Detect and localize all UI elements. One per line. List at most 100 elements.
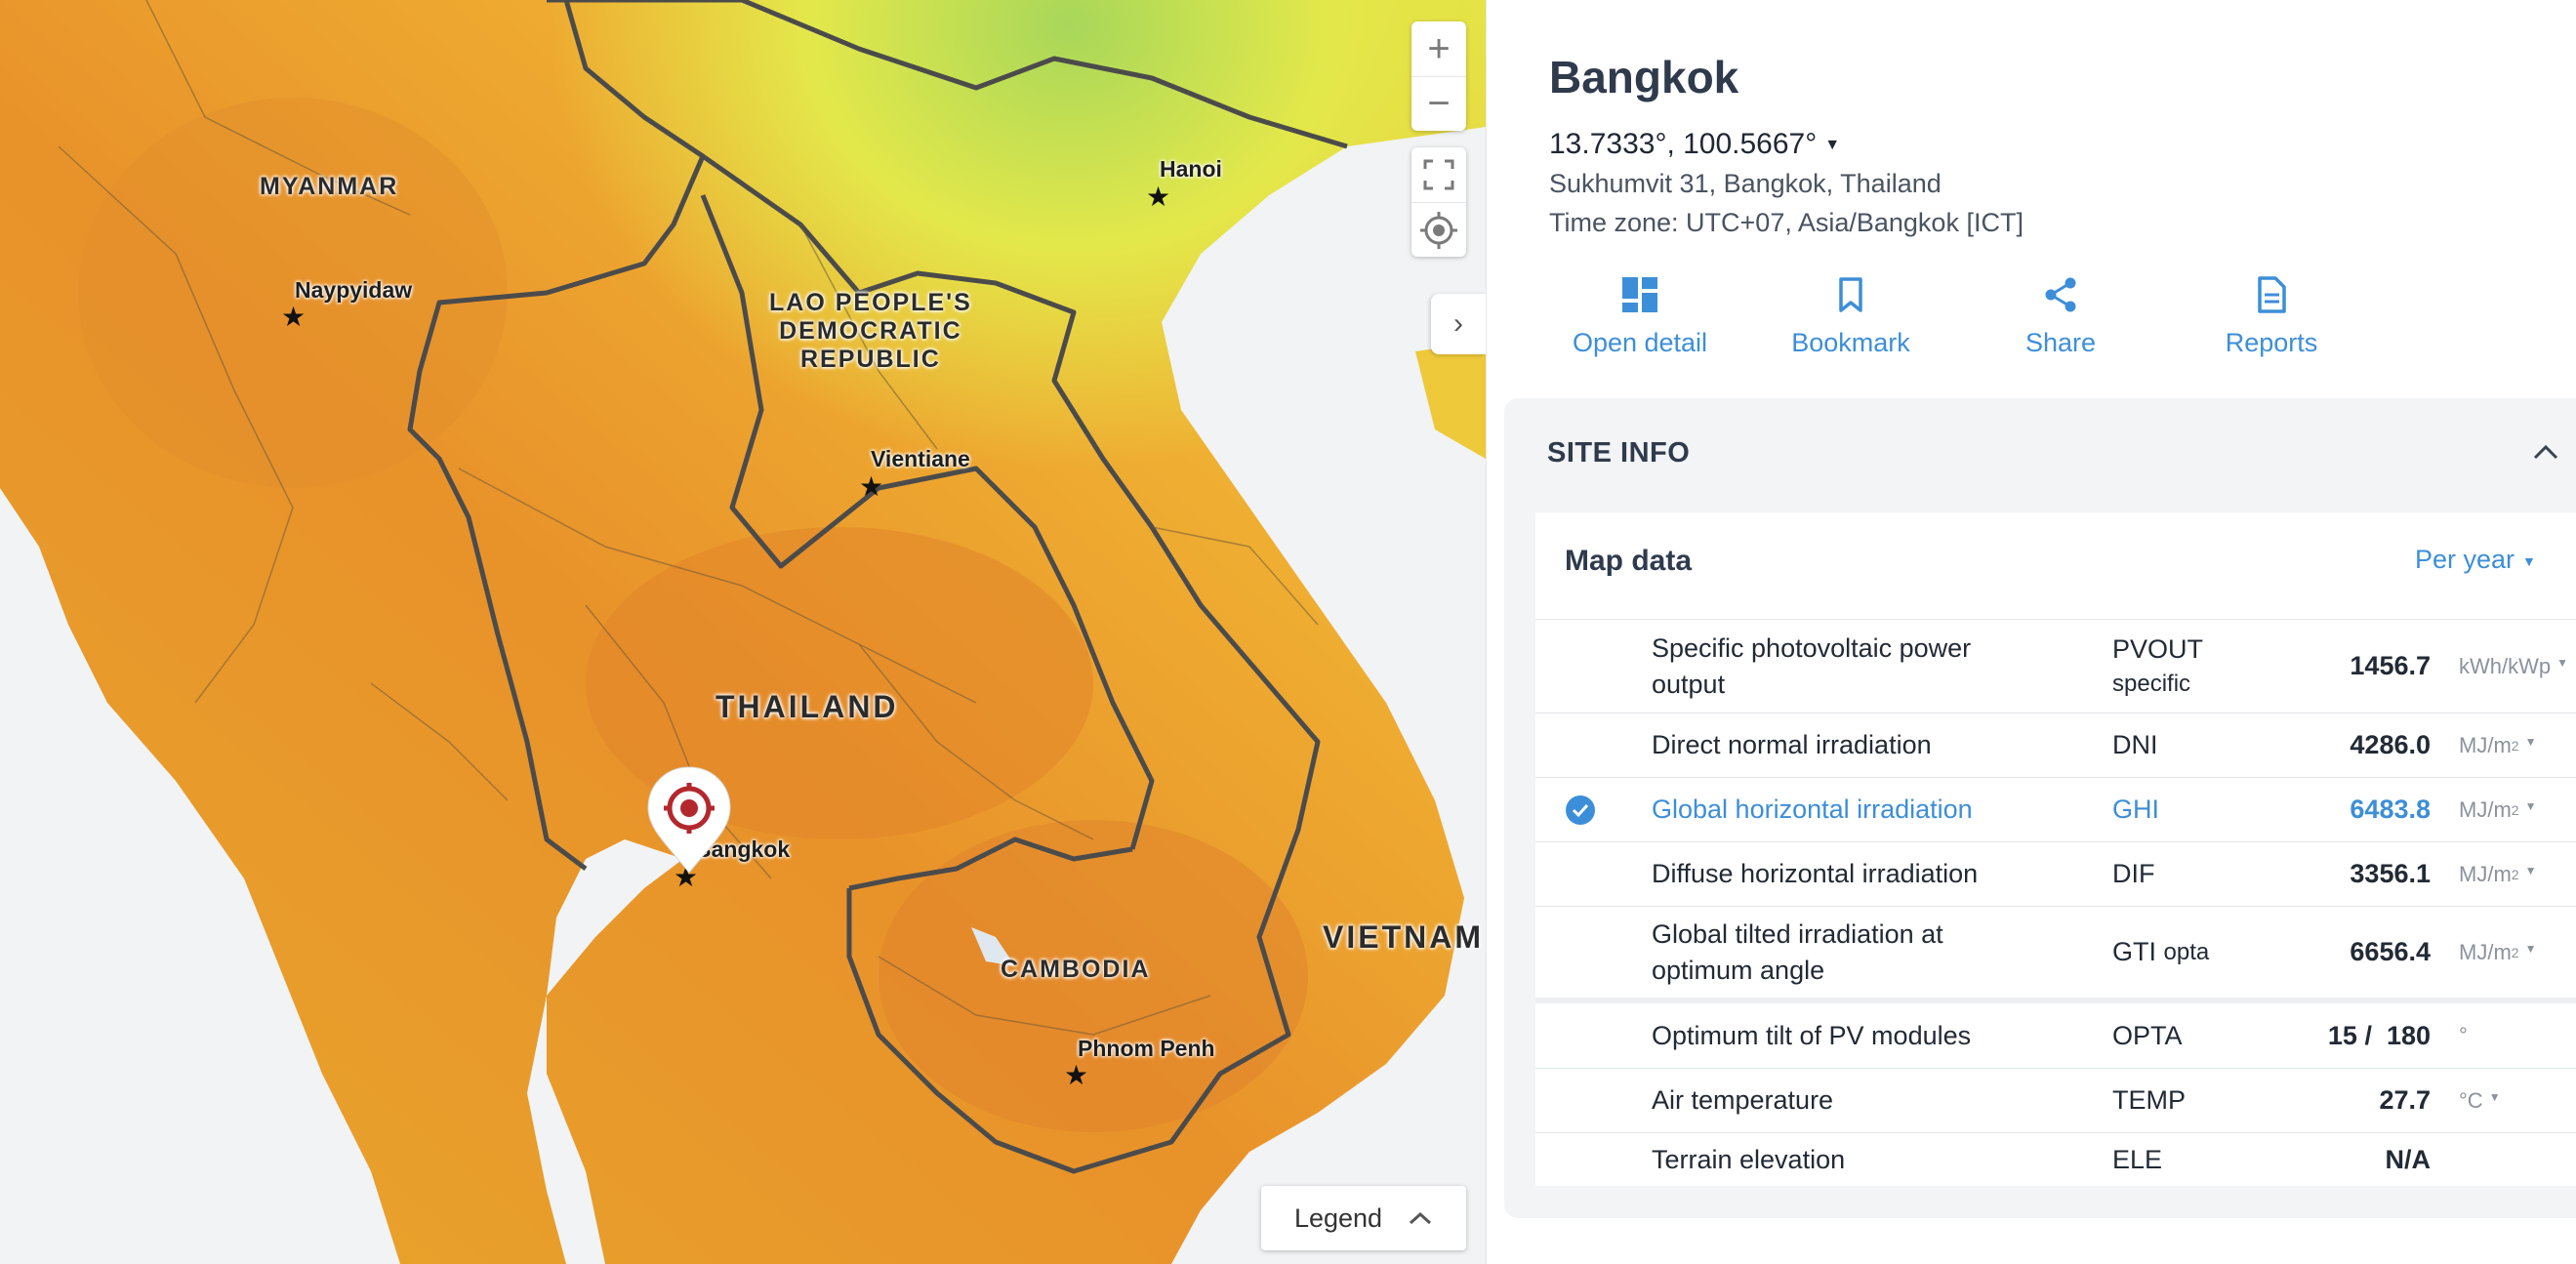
unit-label: MJ/m — [2459, 939, 2512, 964]
row-value: 1456.7 — [2350, 651, 2431, 680]
zoom-in-button[interactable]: + — [1411, 21, 1466, 76]
country-label-laos: LAO PEOPLE'S DEMOCRATIC REPUBLIC — [769, 289, 972, 373]
open-detail-button[interactable]: Open detail — [1552, 275, 1728, 358]
unit-dropdown[interactable]: MJ/m 2 ▼ — [2459, 907, 2576, 998]
row-abbr-sub: opta — [2163, 939, 2210, 965]
unit-label: MJ/m — [2459, 796, 2512, 822]
row-value: N/A — [2385, 1145, 2432, 1174]
unit-sup: 2 — [2511, 801, 2519, 818]
unit-dropdown[interactable]: °C ▼ — [2459, 1069, 2576, 1132]
share-label: Share — [2024, 328, 2097, 357]
row-abbr: GHI — [2112, 795, 2160, 824]
row-name: Global horizontal irradiation — [1652, 795, 1973, 824]
caret-down-icon: ▼ — [2522, 552, 2536, 569]
zoom-controls: + − — [1411, 21, 1466, 131]
caret-down-icon: ▼ — [2524, 798, 2537, 813]
row-name: Optimum tilt of PV modules — [1652, 1020, 1972, 1050]
row-abbr: PVOUT specific — [2112, 620, 2249, 713]
chevron-right-icon: › — [1453, 307, 1463, 340]
table-row-ele[interactable]: Terrain elevation ELE N/A — [1535, 1132, 2576, 1187]
caret-down-icon: ▼ — [2488, 1089, 2501, 1104]
period-label: Per year — [2415, 545, 2515, 574]
coordinates-selector[interactable]: 13.7333°, 100.5667° ▼ — [1549, 128, 1840, 161]
table-row-ghi[interactable]: Global horizontal irradiation GHI 6483.8… — [1535, 777, 2576, 841]
site-title: Bangkok — [1549, 52, 1739, 102]
city-label-naypyidaw: Naypyidaw — [295, 277, 413, 303]
capital-star-icon: ★ — [1146, 182, 1171, 212]
row-abbr: DNI — [2112, 730, 2158, 759]
row-abbr: OPTA — [2112, 1020, 2183, 1050]
reports-button[interactable]: Reports — [2184, 275, 2359, 358]
row-abbr: ELE — [2112, 1145, 2163, 1174]
fullscreen-button[interactable] — [1411, 147, 1466, 202]
row-value: 6656.4 — [2350, 937, 2431, 966]
period-dropdown[interactable]: Per year ▼ — [2415, 545, 2536, 575]
caret-down-icon: ▼ — [2524, 734, 2537, 749]
open-detail-label: Open detail — [1572, 328, 1708, 357]
row-name: Direct normal irradiation — [1652, 730, 1932, 759]
coordinates-text: 13.7333°, 100.5667° — [1549, 128, 1818, 160]
share-button[interactable]: Share — [1973, 275, 2148, 358]
locate-button[interactable] — [1411, 202, 1466, 257]
legend-label: Legend — [1293, 1203, 1383, 1233]
city-label-phnom-penh: Phnom Penh — [1078, 1036, 1215, 1061]
row-abbr-main: GTI — [2112, 937, 2156, 966]
unit-dropdown[interactable]: MJ/m 2 ▼ — [2459, 714, 2576, 777]
unit-label: MJ/m — [2459, 732, 2512, 757]
caret-down-icon: ▼ — [2524, 863, 2537, 877]
chevron-up-icon — [1410, 1211, 1432, 1225]
country-label-myanmar: MYANMAR — [260, 173, 399, 200]
table-row-gti[interactable]: Global tilted irradiation at optimum ang… — [1535, 906, 2576, 998]
unit-dropdown[interactable]: MJ/m 2 ▼ — [2459, 842, 2576, 906]
row-value: 27.7 — [2379, 1085, 2431, 1115]
capital-star-icon: ★ — [1064, 1060, 1089, 1090]
unit-label: MJ/m — [2459, 861, 2512, 886]
table-row-opta[interactable]: Optimum tilt of PV modules OPTA 15 / 180… — [1535, 998, 2576, 1068]
row-value: 3356.1 — [2350, 859, 2431, 888]
table-row-dni[interactable]: Direct normal irradiation DNI 4286.0 MJ/… — [1535, 713, 2576, 777]
site-panel: Bangkok 13.7333°, 100.5667° ▼ Sukhumvit 3… — [1486, 0, 2576, 1264]
map-data-title: Map data — [1565, 545, 1693, 577]
selected-check-icon[interactable] — [1565, 778, 1598, 841]
caret-down-icon: ▼ — [1824, 137, 1841, 154]
zoom-out-button[interactable]: − — [1411, 76, 1466, 131]
row-value: 6483.8 — [2350, 795, 2431, 824]
expand-panel-button[interactable]: › — [1431, 294, 1486, 354]
country-label-thailand: THAILAND — [716, 689, 899, 724]
row-abbr: GTI opta — [2112, 907, 2249, 998]
unit-label: °C — [2459, 1087, 2483, 1113]
city-label-vientiane: Vientiane — [871, 446, 970, 471]
bookmark-icon — [1839, 277, 1862, 312]
legend-button[interactable]: Legend — [1261, 1186, 1466, 1250]
caret-down-icon: ▼ — [2524, 941, 2537, 956]
bookmark-button[interactable]: Bookmark — [1763, 275, 1939, 358]
share-icon — [2045, 277, 2076, 312]
bookmark-label: Bookmark — [1791, 328, 1910, 357]
fullscreen-icon — [1423, 159, 1454, 190]
dashboard-icon — [1622, 277, 1657, 312]
row-abbr-sub: specific — [2112, 670, 2191, 697]
row-unit: ° — [2459, 1023, 2468, 1047]
row-name: Global tilted irradiation at optimum ang… — [1652, 918, 1943, 985]
city-label-hanoi: Hanoi — [1160, 156, 1222, 182]
unit-dropdown[interactable]: MJ/m 2 ▼ — [2459, 778, 2576, 841]
view-controls — [1411, 147, 1466, 257]
unit-label: kWh/kWp — [2459, 653, 2552, 678]
document-icon — [2258, 276, 2286, 313]
caret-down-icon: ▼ — [2556, 655, 2569, 670]
solar-map[interactable]: MYANMAR LAO PEOPLE'S DEMOCRATIC REPUBLIC… — [0, 0, 1486, 1264]
unit-sup: 2 — [2511, 737, 2519, 754]
site-timezone: Time zone: UTC+07, Asia/Bangkok [ICT] — [1549, 208, 2024, 237]
row-abbr-main: PVOUT — [2112, 633, 2204, 664]
irradiation-map-layer — [0, 0, 1486, 1264]
unit-sup: 2 — [2511, 866, 2519, 882]
country-label-vietnam: VIETNAM — [1323, 919, 1484, 955]
chevron-up-icon[interactable] — [2531, 441, 2560, 463]
site-info-header[interactable]: SITE INFO — [1547, 437, 1690, 469]
location-pin-icon[interactable] — [642, 763, 736, 880]
table-row-pvout[interactable]: Specific photovoltaic power output PVOUT… — [1535, 619, 2576, 713]
unit-dropdown[interactable]: kWh/kWp ▼ — [2459, 620, 2576, 713]
table-row-dif[interactable]: Diffuse horizontal irradiation DIF 3356.… — [1535, 841, 2576, 906]
table-row-temp[interactable]: Air temperature TEMP 27.7 °C ▼ — [1535, 1068, 2576, 1132]
row-name: Air temperature — [1652, 1085, 1834, 1115]
